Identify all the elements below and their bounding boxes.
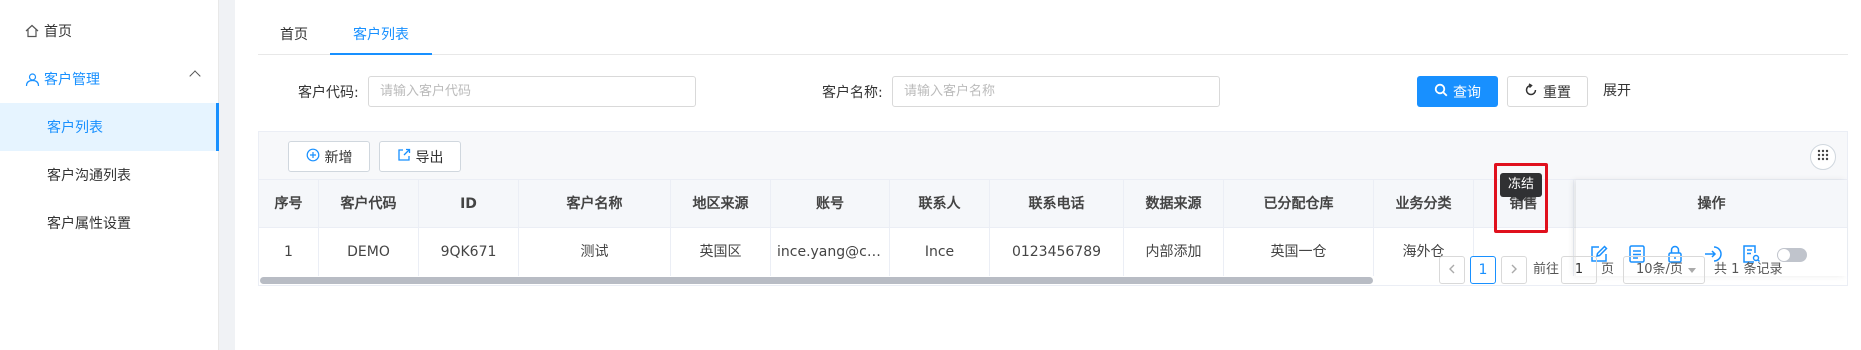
sidebar-item-label: 客户沟通列表 (47, 168, 131, 184)
user-icon (24, 71, 40, 87)
column-header[interactable]: ID (419, 180, 519, 228)
column-header[interactable]: 业务分类 (1374, 180, 1474, 228)
table-cell: 内部添加 (1124, 228, 1224, 276)
goto-page-input[interactable]: 1 (1561, 256, 1597, 284)
page-unit-label: 页 (1601, 262, 1615, 277)
column-header[interactable]: 联系电话 (990, 180, 1124, 228)
goto-label: 前往 (1533, 262, 1560, 277)
main-content: 首页 客户列表 客户代码: 请输入客户代码 客户名称: 请输入客户名称 查询 重… (235, 0, 1861, 350)
customer-code-label: 客户代码: (298, 85, 359, 101)
query-button-label: 查询 (1453, 84, 1481, 101)
search-icon (1434, 83, 1448, 101)
customer-name-input[interactable]: 请输入客户名称 (892, 76, 1220, 107)
customer-name-label: 客户名称: (822, 85, 883, 101)
page-size-value: 10条/页 (1636, 262, 1683, 277)
app-root: 首页 客户管理 客户列表 客户沟通列表 客户属性设置 首页 客户列表 客户代码:… (0, 0, 1861, 350)
sidebar-group-label: 客户管理 (44, 72, 100, 88)
refresh-icon (1524, 82, 1538, 101)
sidebar-group-customer-management[interactable]: 客户管理 (0, 55, 219, 103)
horizontal-scrollbar[interactable] (260, 277, 1373, 284)
table-toolbar: 新增 导出 (259, 132, 1847, 180)
tab-customer-list[interactable]: 客户列表 (330, 15, 432, 55)
operations-row (1576, 228, 1847, 276)
tab-home[interactable]: 首页 (258, 15, 330, 55)
column-header[interactable]: 已分配仓库 (1224, 180, 1374, 228)
table-cell: 0123456789 (990, 228, 1124, 276)
chevron-left-icon (1448, 262, 1456, 278)
column-header[interactable]: 数据来源 (1124, 180, 1224, 228)
query-button[interactable]: 查询 (1417, 76, 1498, 107)
chevron-up-icon (189, 70, 201, 82)
add-button[interactable]: 新增 (288, 141, 370, 172)
table-cell: 英国一仓 (1224, 228, 1374, 276)
column-settings-button[interactable] (1810, 144, 1836, 170)
sidebar-item-label: 客户属性设置 (47, 216, 131, 232)
plus-circle-icon (306, 148, 320, 166)
page-number-current[interactable]: 1 (1470, 256, 1496, 284)
caret-down-icon (1688, 268, 1696, 273)
prev-page-button[interactable] (1439, 256, 1465, 284)
tab-bar: 首页 客户列表 (258, 15, 1848, 55)
table-cell: Ince (890, 228, 990, 276)
reset-button-label: 重置 (1543, 84, 1571, 101)
sidebar-item-customer-list[interactable]: 客户列表 (0, 103, 219, 151)
chevron-right-icon (1510, 262, 1518, 278)
export-button-label: 导出 (415, 149, 444, 166)
expand-link[interactable]: 展开 (1603, 76, 1631, 107)
sidebar: 首页 客户管理 客户列表 客户沟通列表 客户属性设置 (0, 0, 219, 350)
column-header[interactable]: 客户代码 (319, 180, 419, 228)
column-header[interactable]: 联系人 (890, 180, 990, 228)
table-cell: 测试 (519, 228, 671, 276)
export-icon (397, 148, 411, 166)
export-button[interactable]: 导出 (379, 141, 461, 172)
column-header[interactable]: 账号 (771, 180, 890, 228)
sidebar-item-customer-attribute-settings[interactable]: 客户属性设置 (0, 199, 219, 247)
page-size-select[interactable]: 10条/页 (1623, 256, 1705, 284)
sidebar-item-label: 客户列表 (47, 120, 103, 136)
grid-dots-icon (1817, 149, 1829, 165)
total-records: 共 1 条记录 (1714, 262, 1783, 277)
reset-button[interactable]: 重置 (1507, 76, 1588, 107)
operations-fixed-column: 操作 (1576, 180, 1847, 276)
table-cell: 1 (259, 228, 319, 276)
next-page-button[interactable] (1501, 256, 1527, 284)
column-header-operations: 操作 (1576, 180, 1847, 228)
customer-code-link[interactable]: DEMO (319, 228, 419, 276)
column-header[interactable]: 客户名称 (519, 180, 671, 228)
sidebar-item-home[interactable]: 首页 (0, 7, 219, 55)
table-cell: ince.yang@ca... (771, 228, 890, 276)
sidebar-item-label: 首页 (44, 24, 72, 40)
column-header[interactable]: 序号 (259, 180, 319, 228)
home-icon (24, 23, 40, 39)
add-button-label: 新增 (324, 149, 353, 166)
sidebar-item-customer-communication-list[interactable]: 客户沟通列表 (0, 151, 219, 199)
table-cell: 英国区 (671, 228, 771, 276)
customer-code-input[interactable]: 请输入客户代码 (368, 76, 696, 107)
column-header[interactable]: 地区来源 (671, 180, 771, 228)
table-cell: 9QK671 (419, 228, 519, 276)
highlight-box (1494, 163, 1548, 233)
